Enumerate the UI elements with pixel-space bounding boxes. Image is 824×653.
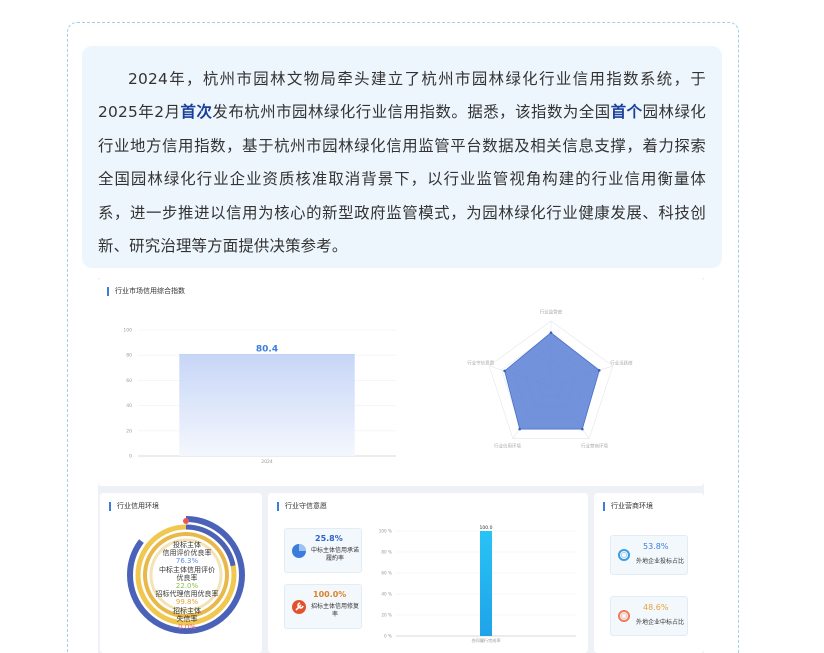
radar-point bbox=[581, 427, 584, 431]
credit-environment-donut-labels: 投标主体 信用评价优良率 76.3% 中标主体信用评价 优良率 22.0% 招标… bbox=[140, 541, 234, 631]
business-environment-title: 行业营商环境 bbox=[603, 502, 653, 511]
donut-value-3: 99.8% bbox=[175, 598, 199, 607]
radar-indicator-label: 行业活跃度 bbox=[610, 360, 633, 367]
y-tick-label: 100 bbox=[123, 328, 132, 334]
y-tick-label: 60 bbox=[126, 378, 132, 384]
donut-label-7: 失信率 bbox=[176, 614, 198, 623]
credit-radar-chart: 行业监管度行业活跃度行业营商环境 行业信用环境 行业守信意愿 bbox=[467, 309, 633, 450]
business-metric-2-value: 48.6% bbox=[643, 603, 669, 612]
donut-label-2: 信用评价优良率 bbox=[162, 549, 212, 558]
donut-label-3: 中标主体信用评价 bbox=[159, 565, 215, 574]
ring-icon bbox=[618, 610, 630, 622]
integrity-willingness-title: 行业守信意愿 bbox=[277, 502, 327, 511]
intro-emphasis-first-one: 首个 bbox=[610, 103, 643, 122]
intro-text-2: 发布杭州市园林绿化行业信用指数。据悉，该指数为全国 bbox=[212, 103, 611, 122]
donut-value-4: 0.0% bbox=[178, 623, 196, 632]
x-tick-label: 2024 bbox=[261, 459, 273, 465]
integrity-metric-2-value: 100.0% bbox=[313, 590, 347, 599]
y-tick-label: 40 bbox=[126, 403, 132, 409]
data-label: 80.4 bbox=[256, 345, 278, 355]
business-environment-card: 行业营商环境 53.8% 外地企业投标占比 48.6% 外地企业中标占比 bbox=[594, 493, 704, 653]
donut-label-4: 优良率 bbox=[176, 573, 198, 582]
donut-value-1: 76.3% bbox=[175, 557, 199, 566]
integrity-willingness-card: 行业守信意愿 25.8% 中标主体信用承诺履約率 100.0% 招标主体信用修复… bbox=[268, 493, 588, 653]
intro-paragraph: 2024年，杭州市园林文物局牵头建立了杭州市园林绿化行业信用指数系统，于2025… bbox=[82, 46, 722, 268]
y-tick-label: 80 % bbox=[381, 550, 392, 555]
y-tick-label: 0 bbox=[129, 454, 132, 460]
donut-value-2: 22.0% bbox=[175, 582, 199, 591]
business-metric-2: 48.6% 外地企业中标占比 bbox=[610, 596, 688, 636]
donut-label-6: 招标主体 bbox=[173, 606, 201, 615]
ring-icon bbox=[618, 549, 630, 561]
x-tick-label: 合同履行完成率 bbox=[471, 637, 500, 644]
y-tick-label: 20 % bbox=[381, 613, 392, 618]
integrity-metric-2: 100.0% 招标主体信用修复率 bbox=[284, 584, 362, 629]
business-metric-1-value: 53.8% bbox=[643, 542, 669, 551]
radar-point bbox=[549, 331, 553, 334]
composite-index-bar-chart: 0 20 40 60 80 100 80.4 2024 bbox=[123, 328, 396, 465]
donut-label-5: 招标代理信用优良率 bbox=[155, 590, 219, 599]
y-tick-label: 60 % bbox=[381, 571, 392, 576]
radar-indicator-label: 行业营商环境 bbox=[581, 442, 608, 449]
contract-fulfillment-bar-chart: 0 % 20 % 40 % 60 % 80 % 100 % 100.0 合同履行完成率 bbox=[379, 525, 576, 644]
bar bbox=[179, 354, 355, 456]
radar-point bbox=[518, 427, 521, 431]
integrity-metric-1: 25.8% 中标主体信用承诺履約率 bbox=[284, 528, 362, 573]
radar-indicator-label: 行业监管度 bbox=[540, 309, 563, 316]
integrity-metric-2-label: 招标主体信用修复率 bbox=[311, 603, 360, 618]
radar-indicator-label: 行业信用环境 bbox=[494, 442, 521, 449]
y-tick-label: 100 % bbox=[379, 529, 392, 534]
donut-label-1: 投标主体 bbox=[173, 541, 201, 549]
bar bbox=[480, 531, 492, 636]
business-metric-2-label: 外地企业中标占比 bbox=[635, 619, 684, 626]
integrity-metric-1-value: 25.8% bbox=[315, 534, 343, 543]
intro-emphasis-first-time: 首次 bbox=[180, 103, 213, 122]
intro-text-3: 园林绿化行业地方信用指数，基于杭州市园林绿化信用监管平台数据及相关信息支撑，着力… bbox=[98, 103, 706, 256]
business-metric-1: 53.8% 外地企业投标占比 bbox=[610, 535, 688, 575]
y-tick-label: 80 bbox=[126, 353, 132, 359]
y-tick-label: 40 % bbox=[381, 592, 392, 597]
pie-chart-icon bbox=[292, 544, 306, 558]
credit-environment-card: 行业信用环境 投标主体 信用评价优良率 76.3% 中标主体信用评价 优良率 2… bbox=[100, 493, 262, 653]
credit-dashboard-image: 行业市场信用综合指数 0 20 40 60 80 100 80.4 2024 行业监管度 行业活… bbox=[98, 278, 704, 653]
radar-point bbox=[597, 369, 601, 372]
wrench-icon bbox=[292, 600, 306, 614]
y-tick-label: 20 bbox=[126, 428, 132, 434]
radar-point bbox=[503, 369, 506, 373]
y-tick-label: 0 % bbox=[384, 634, 392, 639]
integrity-metric-1-label: 中标主体信用承诺履約率 bbox=[311, 547, 360, 562]
composite-index-card: 行业市场信用综合指数 0 20 40 60 80 100 80.4 2024 行业监管度 行业活… bbox=[98, 278, 704, 486]
business-metric-1-label: 外地企业投标占比 bbox=[635, 558, 684, 565]
radar-series-area bbox=[504, 332, 600, 430]
radar-indicator-label: 行业守信意愿 bbox=[467, 360, 494, 367]
data-label: 100.0 bbox=[480, 525, 493, 531]
